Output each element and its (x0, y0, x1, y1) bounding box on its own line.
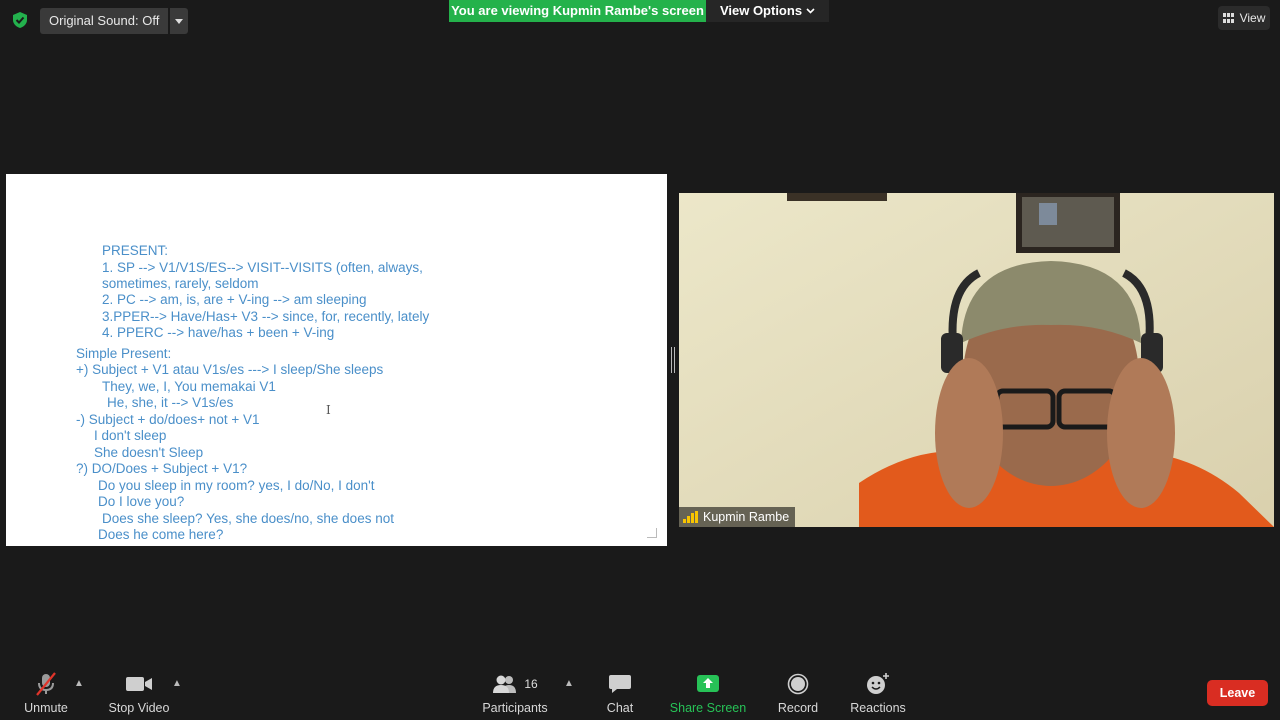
chat-bubble-icon (609, 675, 631, 693)
record-button[interactable]: Record (776, 670, 820, 715)
leave-button[interactable]: Leave (1207, 680, 1268, 706)
chat-button[interactable]: Chat (600, 670, 640, 715)
slide-line: 4. PPERC --> have/has + been + V-ing (102, 325, 335, 340)
record-icon (787, 673, 809, 695)
stop-video-button[interactable]: Stop Video (106, 670, 172, 715)
share-screen-icon (697, 675, 719, 692)
slide-line: They, we, I, You memakai V1 (102, 379, 276, 394)
record-label: Record (777, 701, 819, 715)
chevron-down-icon (806, 8, 815, 14)
slide-line: Simple Present: (76, 346, 172, 361)
original-sound-control: Original Sound: Off (40, 8, 189, 34)
slide-line: 2. PC --> am, is, are + V-ing --> am sle… (102, 292, 367, 307)
slide-line: He, she, it --> V1s/es (107, 395, 234, 410)
slide-line: She doesn't Sleep (94, 445, 204, 460)
slide-line: Does she sleep? Yes, she does/no, she do… (102, 511, 394, 526)
participants-label: Participants (482, 701, 548, 715)
stop-video-label: Stop Video (108, 701, 170, 715)
share-screen-label: Share Screen (669, 701, 747, 715)
original-sound-dropdown[interactable] (170, 8, 189, 34)
signal-strength-icon (683, 511, 698, 523)
slide-line: Do you sleep in my room? yes, I do/No, I… (98, 478, 375, 493)
share-screen-button[interactable]: Share Screen (669, 670, 747, 715)
participants-icon (493, 675, 517, 693)
original-sound-button[interactable]: Original Sound: Off (40, 8, 169, 34)
slide-line: 3.PPER--> Have/Has+ V3 --> since, for, r… (102, 309, 430, 324)
smiley-plus-icon (867, 673, 889, 694)
viewing-screen-banner: You are viewing Kupmin Rambe's screen (449, 0, 706, 22)
slide-line: sometimes, rarely, seldom (102, 276, 259, 291)
unmute-button[interactable]: Unmute (22, 670, 70, 715)
grid-icon (1222, 13, 1234, 23)
audio-options-caret-icon[interactable]: ▲ (74, 678, 84, 689)
unmute-label: Unmute (24, 701, 68, 715)
view-options-label: View Options (719, 3, 803, 18)
shared-screen[interactable]: PRESENT: 1. SP --> V1/V1S/ES--> VISIT--V… (6, 174, 667, 546)
participant-video-feed (679, 193, 1274, 527)
slide-line: ?) DO/Does + Subject + V1? (76, 461, 248, 476)
slide-line: +) Subject + V1 atau V1s/es ---> I sleep… (76, 362, 384, 377)
resize-handle-icon[interactable] (647, 528, 657, 538)
view-layout-button[interactable]: View (1218, 6, 1270, 30)
participants-count-badge: 16 (524, 677, 538, 691)
video-camera-icon (126, 677, 152, 691)
participants-options-caret-icon[interactable]: ▲ (564, 678, 574, 689)
slide-line: -) Subject + do/does+ not + V1 (76, 412, 260, 427)
participants-button[interactable]: 16 Participants (480, 670, 550, 715)
caret-down-icon (175, 18, 184, 24)
slide-line: I don't sleep (94, 428, 167, 443)
security-shield-icon[interactable] (11, 11, 29, 29)
text-cursor-icon: I (326, 403, 331, 417)
video-options-caret-icon[interactable]: ▲ (172, 678, 182, 689)
view-label: View (1239, 11, 1266, 25)
microphone-muted-icon (36, 672, 56, 696)
reactions-button[interactable]: Reactions (850, 670, 906, 715)
slide-line: PRESENT: (102, 243, 169, 258)
slide-line: Does he come here? (98, 527, 224, 542)
panel-splitter[interactable] (671, 347, 675, 373)
chat-label: Chat (606, 701, 634, 715)
participant-video-tile[interactable]: Kupmin Rambe (679, 193, 1274, 527)
slide-line: Do I love you? (98, 494, 185, 509)
reactions-label: Reactions (850, 701, 906, 715)
view-options-button[interactable]: View Options (706, 0, 829, 22)
slide-line: 1. SP --> V1/V1S/ES--> VISIT--VISITS (of… (102, 260, 423, 275)
participant-name: Kupmin Rambe (703, 510, 790, 524)
participant-name-tag: Kupmin Rambe (679, 507, 796, 527)
